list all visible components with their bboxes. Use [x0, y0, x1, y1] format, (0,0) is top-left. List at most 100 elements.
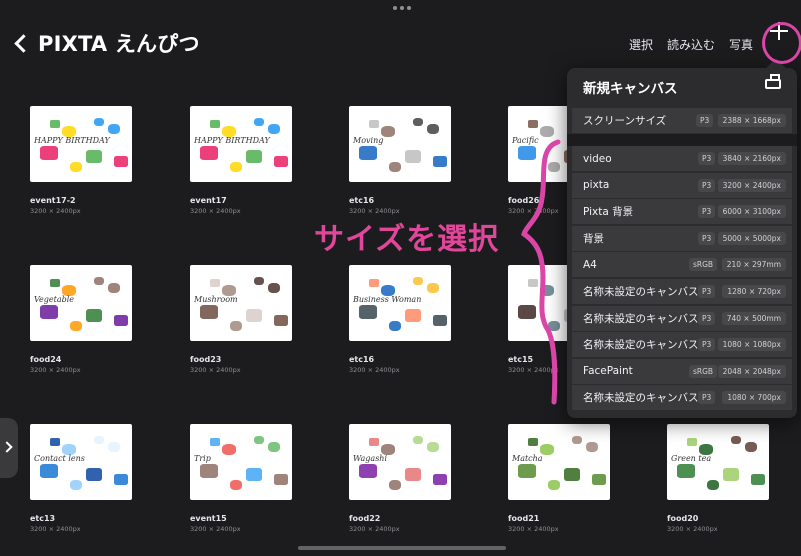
illustration-shape	[210, 279, 220, 287]
illustration-shape	[572, 436, 582, 444]
import-button[interactable]: 読み込む	[667, 36, 715, 53]
preset-name: 背景	[583, 232, 604, 245]
illustration-shape	[200, 464, 218, 478]
artwork-tile[interactable]: Vegetable food24 3200 × 2400px	[30, 265, 150, 374]
artwork-name: food24	[30, 355, 62, 364]
artwork-thumbnail[interactable]: Trip	[190, 424, 292, 500]
canvas-preset-row[interactable]: A4 sRGB 210 × 297mm	[572, 252, 792, 278]
illustration-shape	[413, 277, 423, 285]
illustration-shape	[433, 315, 447, 326]
illustration-shape	[687, 438, 697, 446]
color-space-badge: sRGB	[689, 258, 718, 272]
preset-name: FacePaint	[583, 365, 633, 378]
canvas-preset-row[interactable]: FacePaint sRGB 2048 × 2048px	[572, 358, 792, 384]
preset-name: Pixta 背景	[583, 206, 634, 219]
thumbnail-caption: Business Woman	[353, 295, 422, 304]
illustration-shape	[359, 305, 377, 319]
color-space-badge: P3	[698, 285, 716, 298]
artwork-thumbnail[interactable]: Contact lens	[30, 424, 132, 500]
illustration-shape	[50, 438, 60, 446]
illustration-shape	[427, 124, 439, 134]
illustration-shape	[114, 156, 128, 167]
size-badge: 210 × 297mm	[721, 258, 786, 272]
illustration-shape	[70, 162, 82, 172]
canvas-preset-row[interactable]: pixta P3 3200 × 2400px	[572, 172, 792, 198]
size-badge: 2048 × 2048px	[717, 364, 786, 378]
artwork-name: etc16	[349, 196, 375, 205]
canvas-preset-row[interactable]: 名称未設定のキャンバス P3 1080 × 700px	[572, 385, 792, 411]
artwork-tile[interactable]: HAPPY BIRTHDAY event17 3200 × 2400px	[190, 106, 310, 215]
artwork-tile[interactable]: Contact lens etc13 3200 × 2400px	[30, 424, 150, 533]
sidebar-handle[interactable]	[0, 418, 18, 478]
illustration-shape	[745, 442, 757, 452]
preset-name: A4	[583, 258, 597, 271]
screen-size-row[interactable]: スクリーンサイズ P3 2388 × 1668px	[572, 108, 792, 133]
illustration-shape	[222, 444, 236, 455]
artwork-thumbnail[interactable]: HAPPY BIRTHDAY	[30, 106, 132, 182]
artwork-tile[interactable]: Trip event15 3200 × 2400px	[190, 424, 310, 533]
artwork-dimensions: 3200 × 2400px	[190, 366, 241, 374]
canvas-preset-row[interactable]: 名称未設定のキャンバス P3 1280 × 720px	[572, 279, 792, 304]
illustration-shape	[246, 150, 262, 163]
artwork-thumbnail[interactable]: Vegetable	[30, 265, 132, 341]
thumbnail-caption: Moving	[353, 136, 384, 145]
illustration-shape	[274, 156, 288, 167]
illustration-shape	[246, 309, 262, 322]
illustration-shape	[389, 321, 401, 331]
illustration-shape	[389, 480, 401, 490]
artwork-thumbnail[interactable]: Wagashi	[349, 424, 451, 500]
photo-button[interactable]: 写真	[729, 36, 753, 53]
back-button[interactable]: PIXTA えんぴつ	[13, 28, 200, 58]
preset-name: 名称未設定のキャンバス	[583, 392, 699, 405]
size-badge: 2388 × 1668px	[717, 114, 786, 127]
preset-name: video	[583, 152, 612, 165]
new-canvas-panel: 新規キャンバス スクリーンサイズ P3 2388 × 1668px video P…	[567, 68, 797, 418]
illustration-shape	[86, 468, 102, 481]
header-actions: 選択 読み込む 写真	[629, 36, 753, 53]
artwork-thumbnail[interactable]: Business Woman	[349, 265, 451, 341]
artwork-tile[interactable]: Green tea food20 3200 × 2400px	[667, 424, 787, 533]
illustration-shape	[254, 436, 264, 444]
illustration-shape	[528, 120, 538, 128]
custom-canvas-icon[interactable]	[765, 74, 781, 89]
multitask-dots[interactable]	[393, 6, 411, 10]
size-badge: 6000 × 3100px	[717, 205, 786, 219]
canvas-preset-row[interactable]: 名称未設定のキャンバス P3 740 × 500mm	[572, 305, 792, 331]
artwork-tile[interactable]: Mushroom food23 3200 × 2400px	[190, 265, 310, 374]
artwork-tile[interactable]: Matcha food21 3200 × 2400px	[508, 424, 628, 533]
section-divider	[567, 134, 797, 146]
panel-title: 新規キャンバス	[583, 81, 678, 97]
artwork-dimensions: 3200 × 2400px	[30, 207, 81, 215]
canvas-preset-row[interactable]: video P3 3840 × 2160px	[572, 146, 792, 171]
artwork-dimensions: 3200 × 2400px	[190, 207, 241, 215]
artwork-thumbnail[interactable]: HAPPY BIRTHDAY	[190, 106, 292, 182]
canvas-preset-row[interactable]: 名称未設定のキャンバス P3 1080 × 1080px	[572, 332, 792, 358]
artwork-tile[interactable]: HAPPY BIRTHDAY event17-2 3200 × 2400px	[30, 106, 150, 215]
artwork-thumbnail[interactable]: Matcha	[508, 424, 610, 500]
illustration-shape	[230, 321, 242, 331]
illustration-shape	[94, 118, 104, 126]
artwork-dimensions: 3200 × 2400px	[349, 525, 400, 533]
artwork-tile[interactable]: Wagashi food22 3200 × 2400px	[349, 424, 469, 533]
header: PIXTA えんぴつ 選択 読み込む 写真	[0, 18, 801, 62]
artwork-dimensions: 3200 × 2400px	[30, 525, 81, 533]
canvas-preset-row[interactable]: Pixta 背景 P3 6000 × 3100px	[572, 199, 792, 225]
artwork-thumbnail[interactable]: Moving	[349, 106, 451, 182]
size-badge: 1080 × 700px	[722, 391, 786, 405]
artwork-tile[interactable]: Moving etc16 3200 × 2400px	[349, 106, 469, 215]
illustration-shape	[230, 480, 242, 490]
preset-name: 名称未設定のキャンバス	[583, 312, 699, 325]
illustration-shape	[70, 321, 82, 331]
canvas-preset-row[interactable]: 背景 P3 5000 × 5000px	[572, 225, 792, 251]
illustration-shape	[413, 436, 423, 444]
artwork-tile[interactable]: Business Woman etc16 3200 × 2400px	[349, 265, 469, 374]
illustration-shape	[389, 162, 401, 172]
artwork-thumbnail[interactable]: Mushroom	[190, 265, 292, 341]
artwork-thumbnail[interactable]: Green tea	[667, 424, 769, 500]
illustration-shape	[86, 150, 102, 163]
preset-name: 名称未設定のキャンバス	[583, 286, 699, 298]
illustration-shape	[751, 474, 765, 485]
select-button[interactable]: 選択	[629, 36, 653, 53]
illustration-shape	[50, 120, 60, 128]
illustration-shape	[405, 468, 421, 481]
